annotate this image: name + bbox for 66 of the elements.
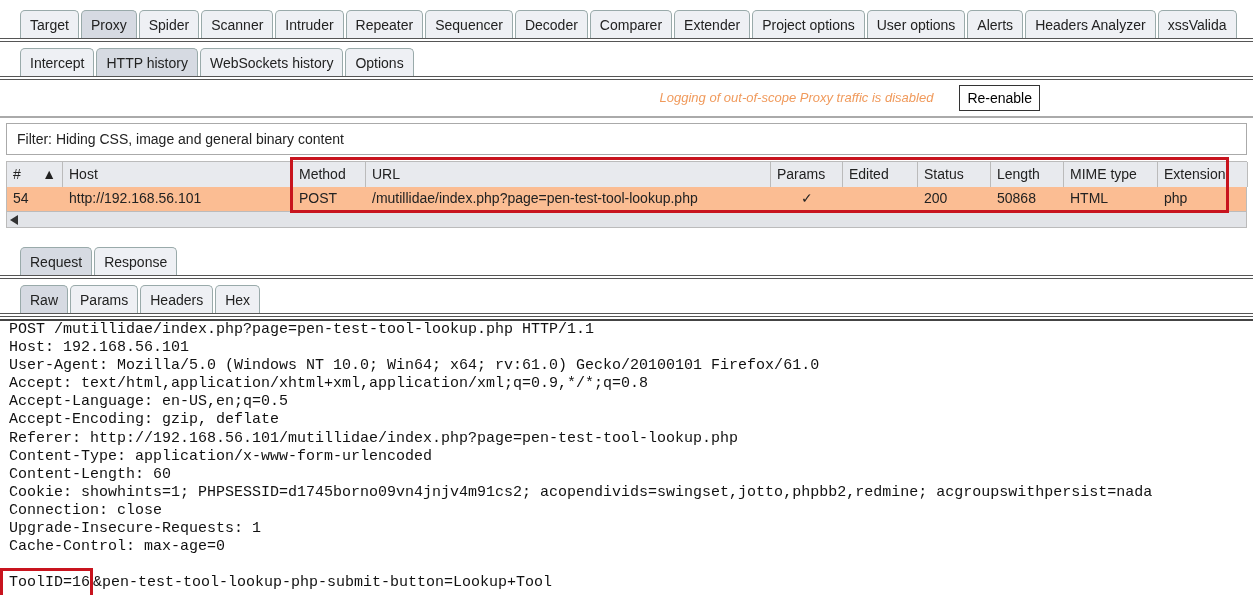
tab[interactable]: Alerts xyxy=(967,10,1024,38)
code-line: Cookie: showhints=1; PHPSESSID=d1745borno09vn4jnjv4m91cs2; acopendivids=swingset,jotto,phpbb2,redmine; acgroupswithpersist=nada xyxy=(9,483,1153,502)
code-line: POST /mutillidae/index.php?page=pen-test-tool-lookup.php HTTP/1.1 xyxy=(9,321,595,340)
tab[interactable]: Intruder xyxy=(275,10,344,38)
code-line: Content-Type: application/x-www-form-urlencoded xyxy=(9,447,433,466)
tab[interactable]: Raw xyxy=(20,285,68,313)
tab[interactable]: xssValida xyxy=(1157,10,1237,38)
table-cell-text: /mutillidae/index.php?page=pen-test-tool-lookup.php xyxy=(371,189,699,208)
sort-arrow: ▲ xyxy=(42,166,56,183)
table-row[interactable]: 54 http://192.168.56.101 POST /mutillidae/index.php?page=pen-test-tool-lookup.php ✓ 200 50868 HTML php xyxy=(7,187,1246,211)
tab[interactable]: Request xyxy=(20,247,93,275)
table-cell-text: http://192.168.56.101 xyxy=(68,189,203,208)
code-line: Accept-Encoding: gzip, deflate xyxy=(9,411,280,430)
tab[interactable]: Spider xyxy=(138,10,200,38)
tab[interactable]: Params xyxy=(70,285,139,313)
column-header[interactable]: Edited xyxy=(843,162,918,187)
table-cell-text: POST xyxy=(298,189,339,208)
table-cell-text: 54 xyxy=(12,189,30,208)
re-enable-button[interactable]: Re-enable xyxy=(959,85,1040,111)
scroll-left-icon[interactable] xyxy=(10,214,19,225)
tab[interactable]: Sequencer xyxy=(425,10,513,38)
code-line: Accept-Language: en-US,en;q=0.5 xyxy=(9,393,289,412)
tab[interactable]: Response xyxy=(94,247,178,275)
tab[interactable]: Project options xyxy=(752,10,865,38)
tab[interactable]: Repeater xyxy=(345,10,424,38)
table-cell-text: php xyxy=(1163,189,1189,208)
tab[interactable]: Headers xyxy=(140,285,214,313)
tab[interactable]: HTTP history xyxy=(96,48,198,76)
tab[interactable]: User options xyxy=(866,10,966,38)
column-header[interactable]: Status xyxy=(918,162,991,187)
tab[interactable]: WebSockets history xyxy=(199,48,344,76)
code-line: ToolID=16 &pen-test-tool-lookup-php-submit-button=Lookup+Tool xyxy=(0,568,553,596)
filter-bar[interactable]: Filter: Hiding CSS, image and general binary content xyxy=(6,123,1247,155)
column-header[interactable]: Host xyxy=(63,162,293,187)
scrollbar[interactable] xyxy=(7,211,1246,227)
tab[interactable]: Headers Analyzer xyxy=(1025,10,1156,38)
column-header[interactable]: Length xyxy=(991,162,1064,187)
table-cell-text: 200 xyxy=(923,189,949,208)
code-line: Cache-Control: max-age=0 xyxy=(9,538,226,557)
tab[interactable]: Proxy xyxy=(80,10,137,38)
code-line: Connection: close xyxy=(9,501,163,521)
tab[interactable]: Extender xyxy=(674,10,751,38)
column-header[interactable]: Method xyxy=(293,162,366,187)
code-line: Content-Length: 60 xyxy=(9,465,172,484)
tab[interactable]: Comparer xyxy=(589,10,673,38)
column-header[interactable]: # ▲ xyxy=(7,162,63,187)
tab[interactable]: Target xyxy=(20,10,79,38)
table-cell-text: HTML xyxy=(1069,189,1110,208)
code-line: Referer: http://192.168.56.101/mutillidae/index.php?page=pen-test-tool-lookup.php xyxy=(9,429,739,448)
code-line: Accept: text/html,application/xhtml+xml,application/xml;q=0.9,*/*;q=0.8 xyxy=(9,375,649,394)
tab[interactable]: Options xyxy=(345,48,414,76)
tab[interactable]: Scanner xyxy=(201,10,274,38)
column-header[interactable]: Params xyxy=(771,162,843,187)
check-mark: ✓ xyxy=(800,189,814,208)
column-header[interactable]: Extension xyxy=(1158,162,1248,187)
tab[interactable]: Hex xyxy=(215,285,261,313)
column-header[interactable]: URL xyxy=(366,162,771,187)
column-header[interactable]: MIME type xyxy=(1064,162,1158,187)
status-message: Logging of out-of-scope Proxy traffic is disabled xyxy=(659,89,934,107)
tab[interactable]: Intercept xyxy=(20,48,95,76)
tab[interactable]: Decoder xyxy=(514,10,588,38)
column-label: # xyxy=(13,166,21,183)
table-cell-text: 50868 xyxy=(996,189,1037,208)
code-line: Host: 192.168.56.101 xyxy=(9,339,190,358)
code-line: Upgrade-Insecure-Requests: 1 xyxy=(9,520,262,539)
code-line: User-Agent: Mozilla/5.0 (Windows NT 10.0; Win64; x64; rv:61.0) Gecko/20100101 Firefox/61.0 xyxy=(9,357,820,376)
